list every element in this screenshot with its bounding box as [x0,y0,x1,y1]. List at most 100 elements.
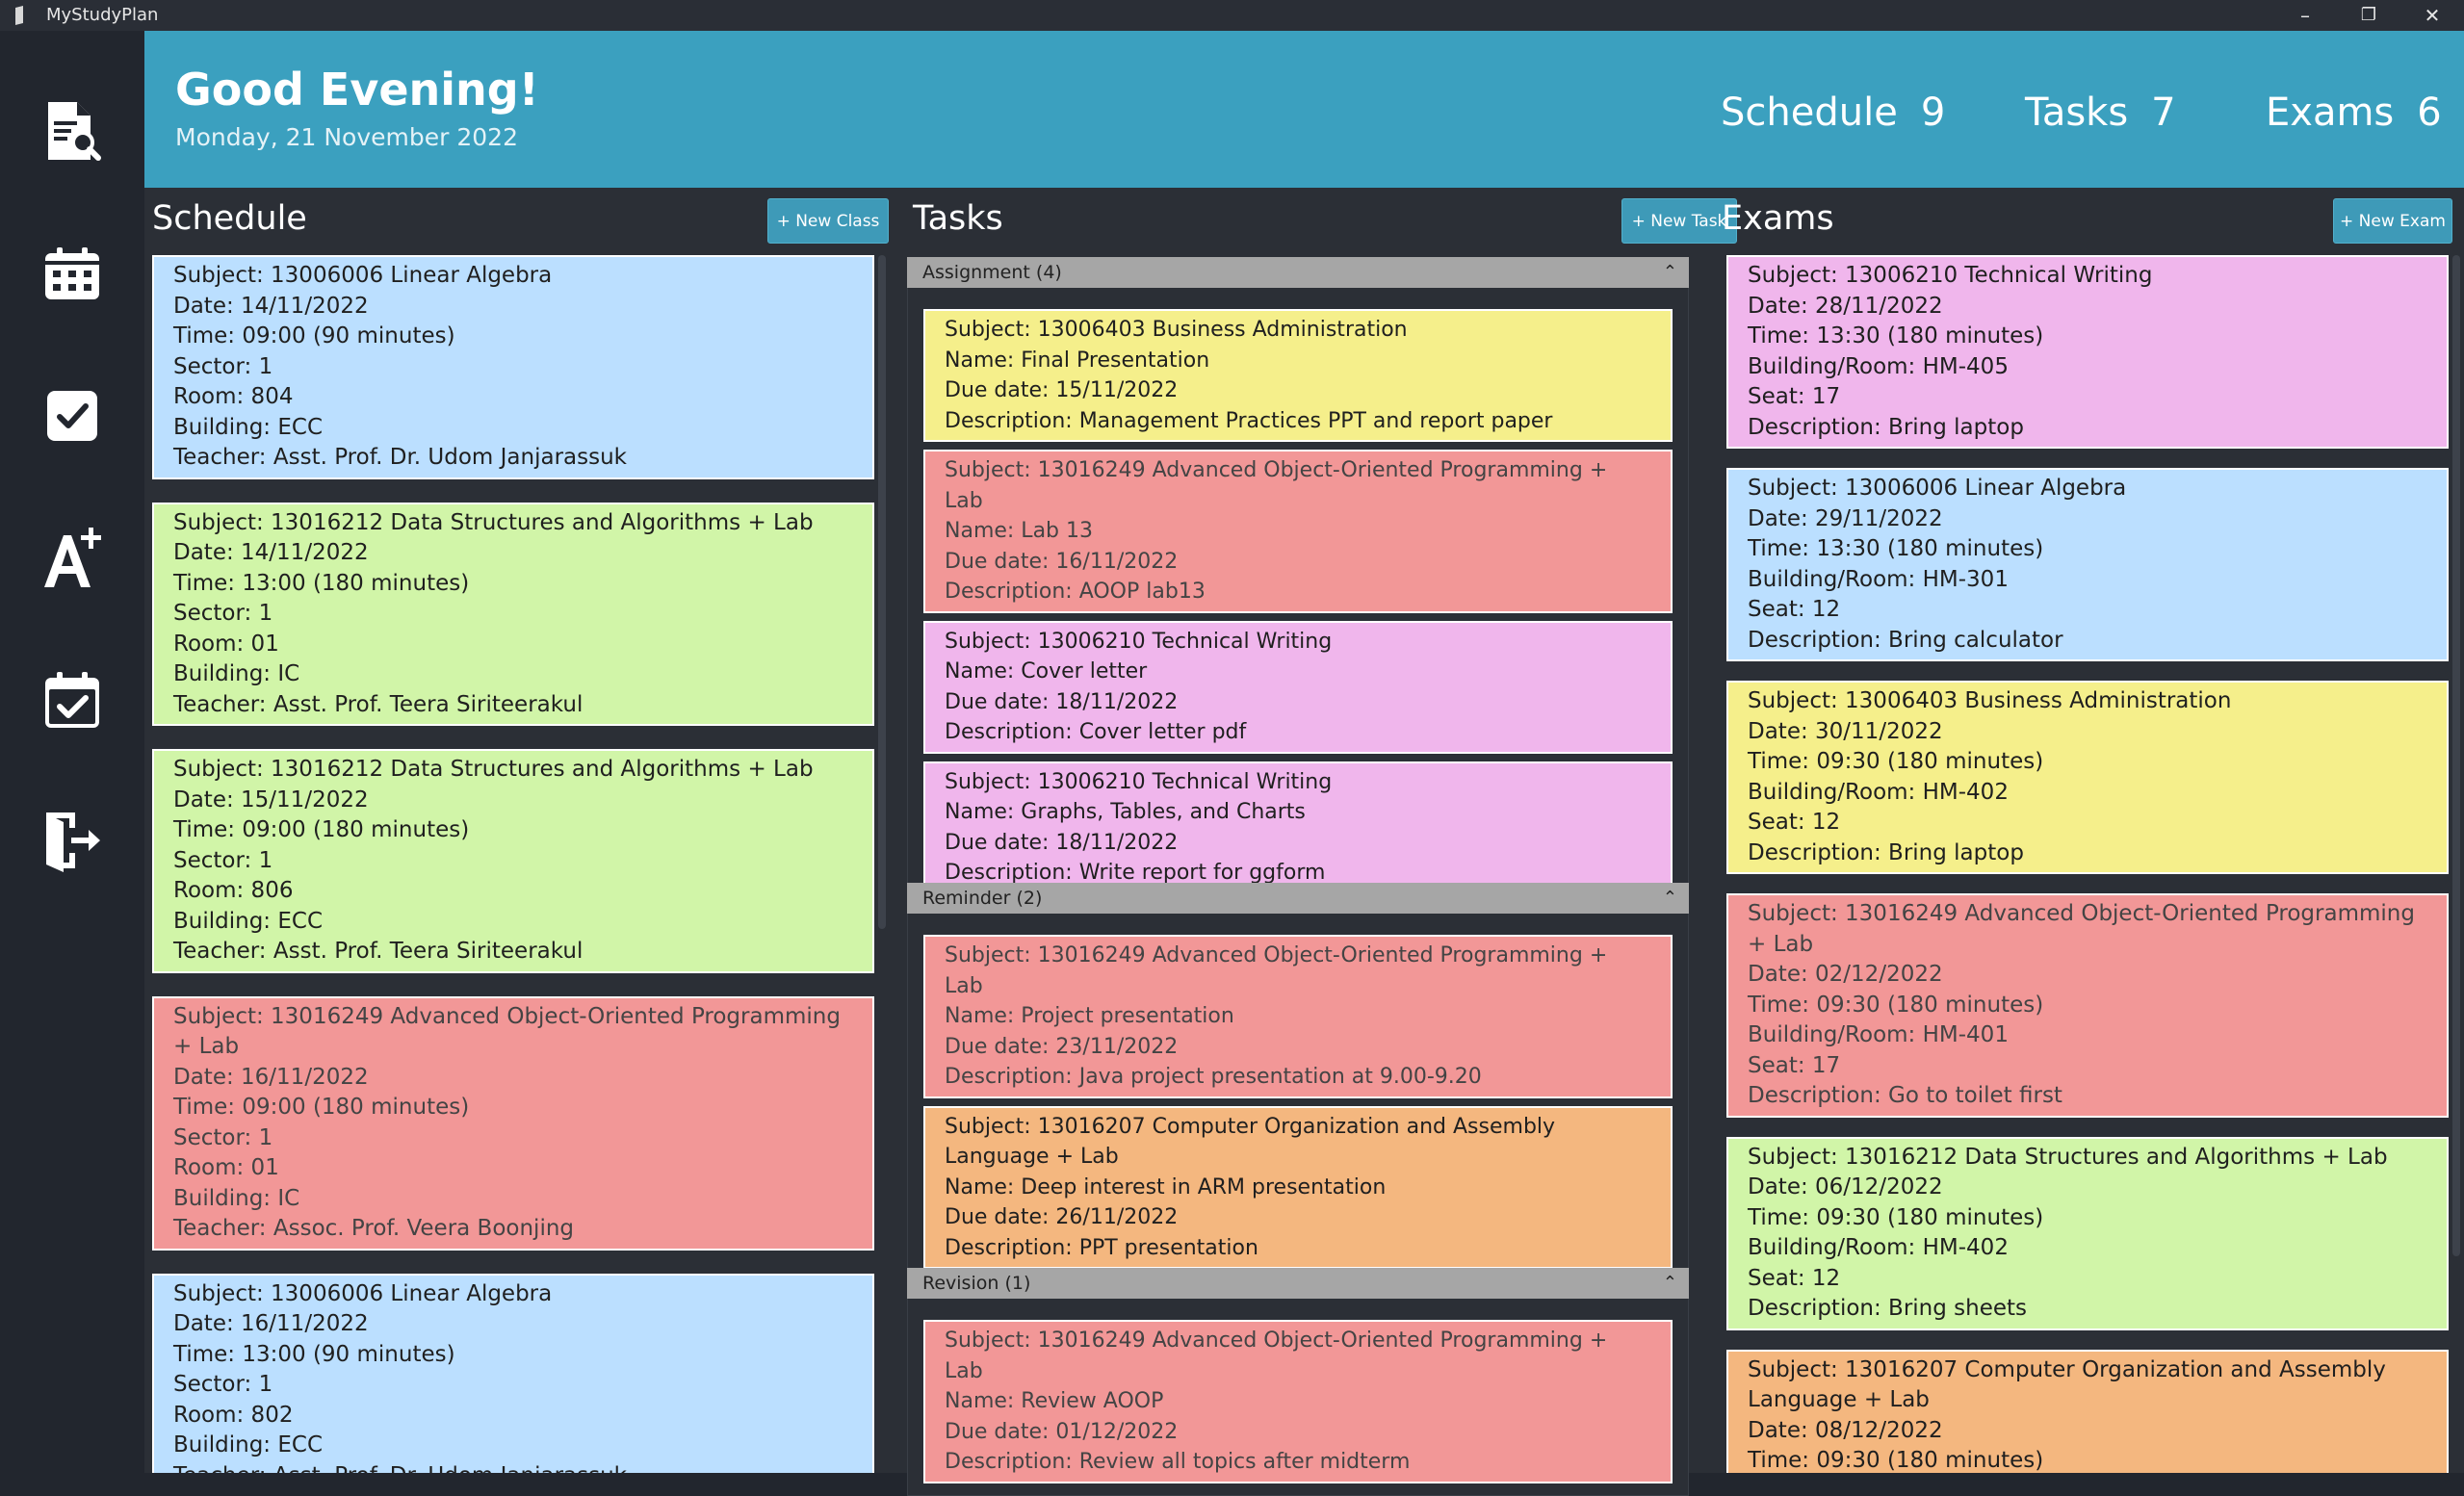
item-card[interactable]: Subject: 13016212 Data Structures and Al… [152,749,874,973]
item-card[interactable]: Subject: 13006403 Business Administratio… [1726,681,2449,874]
new-exam-button[interactable]: + New Exam [2333,198,2452,244]
card-line: Date: 08/12/2022 [1748,1417,1943,1443]
card-line: Due date: 26/11/2022 [945,1205,1179,1229]
new-class-button[interactable]: + New Class [767,198,889,244]
tasks-title: Tasks [913,199,1003,238]
task-group-header[interactable]: Assignment (4) ⌃ [907,257,1689,288]
card-line: Subject: 13006210 Technical Writing [1748,263,2153,288]
calendar-check-icon[interactable] [39,666,106,734]
card-line: Room: 802 [173,1402,294,1428]
card-line: Description: Go to toilet first [1748,1083,2062,1108]
card-line: Building/Room: HM-301 [1748,566,2009,592]
card-line: Seat: 17 [1748,384,1841,409]
schedule-scrollbar[interactable] [878,255,886,929]
card-line: Name: Deep interest in ARM presentation [945,1174,1387,1199]
task-group-header[interactable]: Revision (1) ⌃ [907,1268,1689,1299]
item-card[interactable]: Subject: 13016249 Advanced Object-Orient… [923,935,1673,1098]
card-line: Due date: 23/11/2022 [945,1034,1179,1059]
item-card[interactable]: Subject: 13006403 Business Administratio… [923,309,1673,442]
card-line: Description: Bring laptop [1748,414,2024,440]
card-line: Building/Room: HM-401 [1748,1022,2009,1047]
window-title: MyStudyPlan [46,5,159,25]
item-card[interactable]: Subject: 13006006 Linear Algebra Date: 16… [152,1273,874,1473]
card-line: Date: 06/12/2022 [1748,1174,1943,1199]
card-line: Due date: 01/12/2022 [945,1419,1179,1444]
card-line: Description: Management Practices PPT an… [945,408,1553,433]
stat-value: 7 [2151,90,2176,135]
card-line: Subject: 13016249 Advanced Object-Orient… [945,1328,1608,1383]
item-card[interactable]: Subject: 13016212 Data Structures and Al… [1726,1136,2449,1330]
item-card[interactable]: Subject: 13006210 Technical Writing Date:… [1726,255,2449,449]
restore-button[interactable]: ❐ [2340,0,2398,31]
new-task-button[interactable]: + New Task [1621,198,1737,244]
task-group-body: Subject: 13016249 Advanced Object-Orient… [907,1299,1689,1496]
card-line: Date: 02/12/2022 [1748,962,1943,987]
item-card[interactable]: Subject: 13006006 Linear Algebra Date: 29… [1726,468,2449,661]
task-group: Assignment (4) ⌃ Subject: 13006403 Busines… [907,257,1689,907]
card-line: Subject: 13006210 Technical Writing [945,769,1333,794]
item-card[interactable]: Subject: 13016212 Data Structures and Al… [152,502,874,726]
main-content: Schedule + New Class Subject: 13006006 L… [144,188,2464,1496]
card-line: Date: 14/11/2022 [173,293,369,319]
card-line: Time: 09:00 (90 minutes) [173,323,455,348]
item-card[interactable]: Subject: 13016249 Advanced Object-Orient… [1726,893,2449,1118]
item-card[interactable]: Subject: 13006210 Technical Writing Name:… [923,620,1673,754]
card-line: Description: Bring calculator [1748,627,2063,653]
stat-tasks: Tasks 7 [2025,90,2176,135]
header-banner: Good Evening! Monday, 21 November 2022 S… [144,31,2464,188]
card-line: Subject: 13016249 Advanced Object-Orient… [945,458,1608,513]
exams-title: Exams [1722,199,1834,238]
item-card[interactable]: Subject: 13016249 Advanced Object-Orient… [923,450,1673,613]
stat-schedule: Schedule 9 [1721,90,1945,135]
grade-a-plus-icon[interactable] [39,524,106,591]
card-line: Date: 29/11/2022 [1748,505,1943,531]
card-line: Description: Bring laptop [1748,839,2024,865]
checkbox-icon[interactable] [39,382,106,450]
stat-exams: Exams 6 [2266,90,2442,135]
card-line: Room: 806 [173,878,294,903]
card-line: Subject: 13016249 Advanced Object-Orient… [1748,901,2415,957]
item-card[interactable]: Subject: 13016207 Computer Organization … [923,1105,1673,1269]
card-line: Subject: 13006210 Technical Writing [945,629,1333,654]
card-line: Due date: 15/11/2022 [945,378,1179,402]
card-line: Subject: 13016212 Data Structures and Al… [173,509,814,535]
card-line: Room: 804 [173,384,294,409]
card-line: Building: IC [173,1185,300,1211]
card-line: Name: Project presentation [945,1004,1234,1028]
item-card[interactable]: Subject: 13016249 Advanced Object-Orient… [152,995,874,1251]
exams-list[interactable]: Subject: 13006210 Technical Writing Date:… [1726,255,2449,1473]
schedule-list[interactable]: Subject: 13006006 Linear Algebra Date: 14… [152,255,874,1473]
card-line: Subject: 13006403 Business Administratio… [945,318,1408,342]
collapse-chevron-icon[interactable]: ⌃ [1663,883,1677,914]
card-line: Building: ECC [173,908,324,934]
collapse-chevron-icon[interactable]: ⌃ [1663,1268,1677,1299]
document-search-icon[interactable] [39,98,106,166]
card-line: Date: 28/11/2022 [1748,293,1943,319]
card-line: Description: AOOP lab13 [945,580,1206,604]
task-group-header[interactable]: Reminder (2) ⌃ [907,883,1689,914]
card-line: Description: Bring sheets [1748,1296,2028,1321]
card-line: Time: 09:00 (180 minutes) [173,1095,470,1120]
exams-scrollbar[interactable] [2452,255,2460,1256]
card-line: Subject: 13016249 Advanced Object-Orient… [945,943,1608,998]
card-line: Time: 09:30 (180 minutes) [1748,992,2044,1018]
calendar-icon[interactable] [39,241,106,308]
logout-icon[interactable] [39,807,106,874]
card-line: Building/Room: HM-402 [1748,779,2009,805]
exams-column: Exams + New Exam Subject: 13006210 Techn… [1721,188,2464,1473]
card-line: Time: 09:30 (180 minutes) [1748,749,2044,774]
item-card[interactable]: Subject: 13006210 Technical Writing Name:… [923,761,1673,894]
close-button[interactable]: ✕ [2403,0,2461,31]
card-line: Due date: 16/11/2022 [945,549,1179,574]
stat-label: Schedule [1721,90,1898,135]
card-line: Subject: 13006006 Linear Algebra [173,1280,553,1306]
card-line: Room: 01 [173,631,279,657]
minimize-button[interactable]: – [2276,0,2334,31]
item-card[interactable]: Subject: 13016249 Advanced Object-Orient… [923,1320,1673,1483]
item-card[interactable]: Subject: 13006006 Linear Algebra Date: 14… [152,255,874,479]
item-card[interactable]: Subject: 13016207 Computer Organization … [1726,1349,2449,1473]
card-line: Due date: 18/11/2022 [945,689,1179,714]
stat-label: Exams [2266,90,2395,135]
collapse-chevron-icon[interactable]: ⌃ [1663,257,1677,288]
card-line: Subject: 13006403 Business Administratio… [1748,688,2232,713]
